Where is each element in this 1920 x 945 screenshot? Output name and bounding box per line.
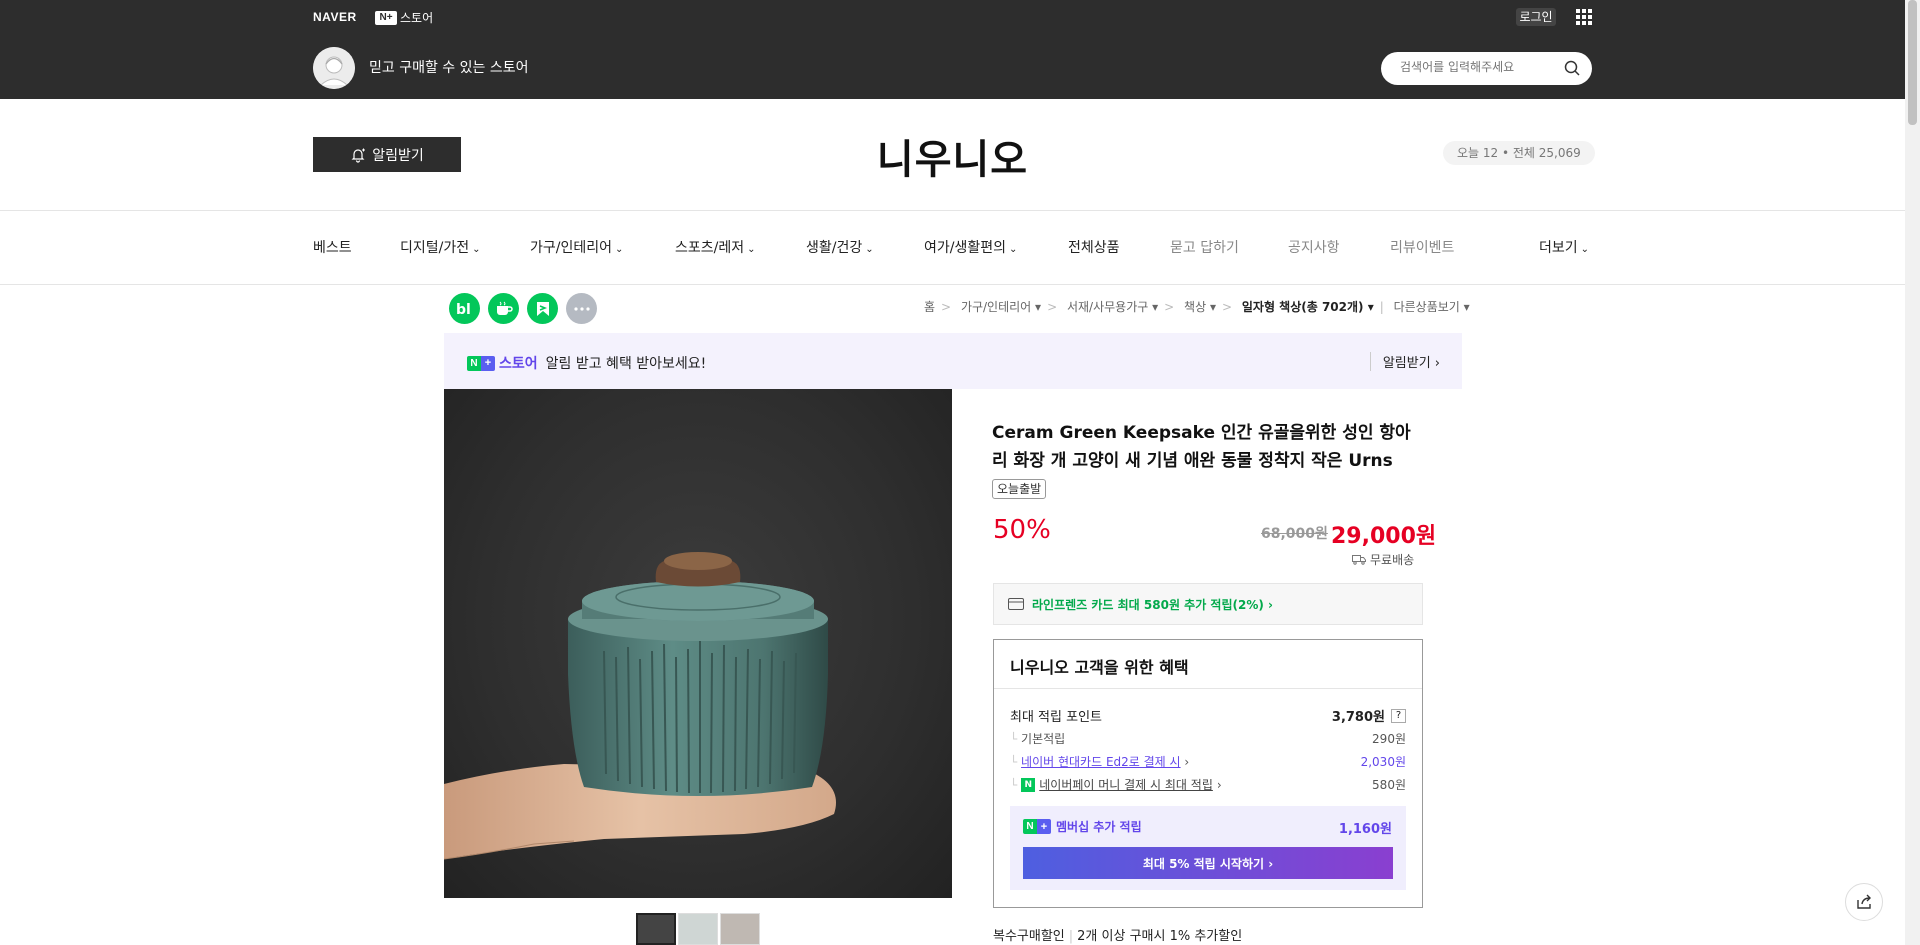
membership-value: 1,160원 [1338,822,1392,837]
nav-item-all-products[interactable]: 전체상품 [1068,237,1120,257]
nav-item-qna[interactable]: 묻고 답하기 [1170,237,1239,257]
thumbnail-strip [636,913,760,945]
product-info: Ceram Green Keepsake 인간 유골을위한 성인 항아리 화장 … [992,419,1423,503]
nplus-badge: N+ [375,10,397,25]
membership-box: N + 멤버십 추가 적립 1,160원 최대 5% 적립 시작하기 › [1010,806,1406,890]
nav-item-furniture[interactable]: 가구/인테리어 ⌄ [530,237,623,257]
breadcrumb-home[interactable]: 홈 [924,300,935,314]
card-icon [1008,598,1024,610]
card-promo[interactable]: 라인프렌즈 카드 최대 580원 추가 적립(2%) › [993,583,1423,625]
nav-item-more[interactable]: 더보기 ⌄ [1539,237,1589,257]
nav-item-best[interactable]: 베스트 [313,237,352,257]
membership-label: N + 멤버십 추가 적립 [1023,818,1142,835]
base-point-row: └ 기본적립 290원 [1010,732,1406,746]
visitor-count: 오늘 12 • 전체 25,069 [1443,141,1595,165]
max-point-label: 최대 적립 포인트 [1010,710,1102,725]
naver-logo[interactable]: NAVER [313,10,357,24]
multi-discount-text: 2개 이상 구매시 1% 추가할인 [1077,929,1243,944]
login-button[interactable]: 로그인 [1516,8,1556,26]
share-button[interactable] [1845,883,1883,921]
share-icons: bl [449,293,597,324]
scrollbar-thumb[interactable] [1908,0,1917,125]
search-box [1381,52,1592,85]
card-promo-text: 라인프렌즈 카드 최대 580원 추가 적립(2%) › [1032,597,1273,612]
sale-price: 29,000원 [1331,524,1437,549]
shipping-info: 무료배송 [1352,551,1414,568]
nplus-store-label: 스토어 [400,11,434,25]
store-tagline: 믿고 구매할 수 있는 스토어 [369,60,529,76]
npay-money-row[interactable]: └ N 네이버페이 머니 결제 시 최대 적립 › 580원 [1010,776,1406,793]
multi-discount-label: 복수구매할인 [993,929,1065,944]
thumbnail-1[interactable] [636,913,676,945]
cafe-icon[interactable] [488,293,519,324]
share-icon [1857,894,1871,909]
thumbnail-3[interactable] [720,913,760,945]
chevron-down-icon: ⌄ [1009,244,1018,255]
help-icon[interactable]: ? [1391,708,1406,723]
truck-icon [1352,555,1366,565]
scrollbar[interactable] [1905,0,1920,945]
breadcrumb-straight-desk[interactable]: 일자형 책상(총 702개) ▾ [1242,300,1374,314]
breadcrumb-office-furniture[interactable]: 서재/사무용가구 ▾ [1067,300,1158,314]
hyundai-card-row[interactable]: └ 네이버 현대카드 Ed2로 결제 시 › 2,030원 [1010,753,1406,770]
banner-text: 알림 받고 혜택 받아보세요! [545,356,707,372]
chevron-down-icon: ⌄ [1580,244,1590,255]
more-icon[interactable] [566,293,597,324]
nav-item-sports[interactable]: 스포츠/레저 ⌄ [675,237,756,257]
product-main-image[interactable] [444,389,952,898]
npay-icon: N [1021,777,1036,792]
top-bar: NAVER N+ 스토어 로그인 믿고 구매할 수 있는 스토어 [0,0,1905,99]
breadcrumb-furniture[interactable]: 가구/인테리어 ▾ [961,300,1041,314]
banner-store-label: 스토어 [499,356,538,372]
chevron-down-icon: ⌄ [747,244,756,255]
original-price: 68,000원 [1261,526,1328,542]
blog-icon[interactable]: bl [449,293,480,324]
membership-start-button[interactable]: 최대 5% 적립 시작하기 › [1023,847,1393,879]
breadcrumb: 홈 > 가구/인테리어 ▾ > 서재/사무용가구 ▾ > 책상 ▾ > 일자형 책상(총… [924,300,1470,314]
nplus-store-logo[interactable]: N+ 스토어 [375,9,433,26]
avatar [313,47,355,89]
banner-alarm-link[interactable]: 알림받기 › [1369,352,1440,371]
nav-item-health[interactable]: 생활/건강 ⌄ [806,237,874,257]
banner-logo: N + 스토어 알림 받고 혜택 받아보세요! [467,353,706,373]
discount-rate: 50% [993,515,1051,545]
chevron-down-icon: ⌄ [615,244,624,255]
today-dispatch-badge: 오늘출발 [992,479,1047,499]
nplus-alarm-banner: N + 스토어 알림 받고 혜택 받아보세요! 알림받기 › [444,333,1462,389]
svg-text:bl: bl [456,302,471,316]
nav-item-notice[interactable]: 공지사항 [1288,237,1340,257]
nplus-logo-icon: N + [467,355,495,371]
chevron-down-icon: ⌄ [865,244,874,255]
category-nav: 베스트 디지털/가전 ⌄ 가구/인테리어 ⌄ 스포츠/레저 ⌄ 생활/건강 ⌄ 여가/생… [0,211,1905,285]
store-name[interactable]: 니우니오 [0,127,1905,185]
store-header: 알림받기 니우니오 오늘 12 • 전체 25,069 [0,99,1905,211]
search-input[interactable] [1400,60,1560,74]
benefit-title: 니우니오 고객을 위한 혜택 [1010,658,1189,677]
thumbnail-2[interactable] [678,913,718,945]
nav-item-leisure[interactable]: 여가/생활편의 ⌄ [924,237,1017,257]
breadcrumb-desk[interactable]: 책상 ▾ [1184,300,1216,314]
apps-grid-icon[interactable] [1576,9,1592,25]
max-point-value: 3,780원 [1331,710,1385,725]
nav-item-review-event[interactable]: 리뷰이벤트 [1390,237,1454,257]
breadcrumb-other-products[interactable]: 다른상품보기 ▾ [1394,300,1470,314]
shipping-label: 무료배송 [1370,553,1415,567]
search-icon[interactable] [1564,60,1580,80]
benefit-box: 니우니오 고객을 위한 혜택 최대 적립 포인트 3,780원 ? └ 기본적립… [993,639,1423,908]
multi-purchase-discount: 복수구매할인 | 2개 이상 구매시 1% 추가할인 [993,929,1243,944]
product-title: Ceram Green Keepsake 인간 유골을위한 성인 항아리 화장 … [992,419,1423,503]
chevron-down-icon: ⌄ [472,244,481,255]
bookmark-icon[interactable] [527,293,558,324]
nplus-logo-icon: N + [1023,819,1051,834]
max-point-row: 최대 적립 포인트 3,780원 ? [1010,706,1406,725]
nav-item-digital[interactable]: 디지털/가전 ⌄ [400,237,481,257]
